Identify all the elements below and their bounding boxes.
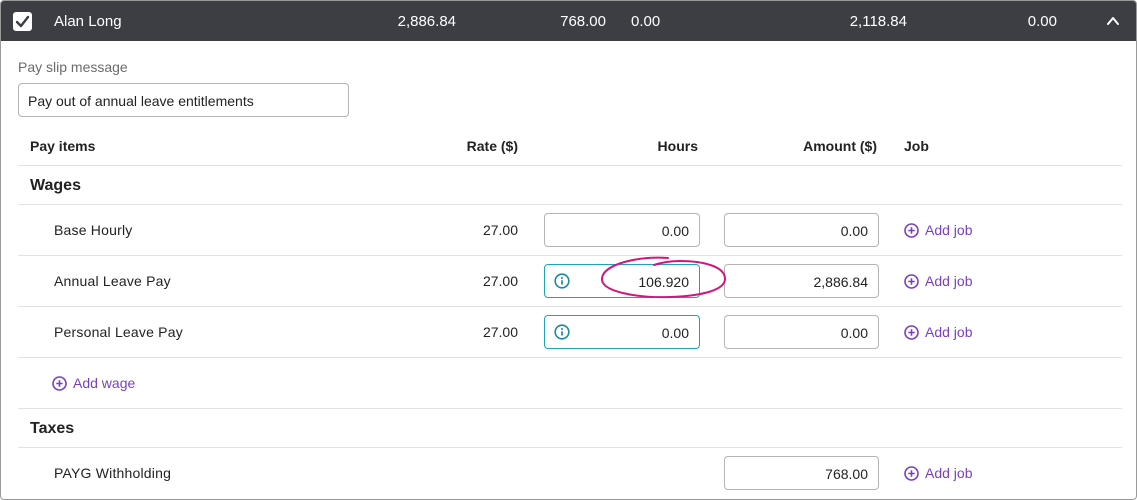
plus-circle-icon	[904, 274, 919, 292]
hours-input[interactable]: 0.00	[544, 315, 700, 349]
annotation-circle	[601, 256, 726, 299]
divider	[18, 255, 1122, 256]
info-icon[interactable]	[554, 273, 570, 289]
add-job-link[interactable]: Add job	[904, 324, 972, 343]
plus-circle-icon	[904, 223, 919, 241]
divider	[18, 357, 1122, 358]
divider	[18, 204, 1122, 205]
taxes-value: 768.00	[560, 13, 606, 30]
plus-circle-icon	[52, 376, 67, 394]
amount-input[interactable]: 0.00	[724, 315, 879, 349]
add-wage-link[interactable]: Add wage	[52, 375, 135, 394]
amount-input[interactable]: 2,886.84	[724, 264, 879, 298]
column-header-job: Job	[904, 138, 929, 154]
add-wage-label: Add wage	[73, 375, 136, 391]
chevron-up-icon[interactable]	[1106, 14, 1120, 32]
add-job-label: Add job	[925, 222, 973, 238]
net-pay-value: 2,118.84	[849, 13, 907, 30]
pay-item-label: Personal Leave Pay	[54, 324, 183, 340]
column-header-amount: Amount ($)	[803, 138, 877, 154]
add-job-label: Add job	[925, 465, 973, 481]
amount-input[interactable]: 0.00	[724, 213, 879, 247]
rate-value: 27.00	[482, 273, 518, 289]
section-title-taxes: Taxes	[30, 420, 75, 437]
pay-item-label: Base Hourly	[54, 222, 133, 238]
payslip-message-label: Pay slip message	[18, 59, 128, 75]
employee-name: Alan Long	[54, 13, 122, 30]
divider	[18, 165, 1122, 166]
add-job-label: Add job	[925, 324, 973, 340]
divider	[18, 408, 1122, 409]
section-title-wages: Wages	[30, 177, 81, 194]
super-value: 0.00	[1027, 13, 1057, 30]
rate-value: 27.00	[482, 324, 518, 340]
amount-input[interactable]: 768.00	[724, 456, 879, 490]
deductions-value: 0.00	[631, 13, 661, 30]
rate-value: 27.00	[482, 222, 518, 238]
checkbox-checked-icon[interactable]	[13, 12, 32, 31]
add-job-link[interactable]: Add job	[904, 465, 972, 484]
hours-value: 0.00	[661, 325, 689, 341]
payslip-message-input[interactable]: Pay out of annual leave entitlements	[18, 83, 349, 117]
add-job-link[interactable]: Add job	[904, 273, 972, 292]
plus-circle-icon	[904, 466, 919, 484]
add-job-label: Add job	[925, 273, 973, 289]
hours-input[interactable]: 0.00	[544, 213, 700, 247]
add-job-link[interactable]: Add job	[904, 222, 972, 241]
pay-item-label: PAYG Withholding	[54, 465, 172, 481]
gross-pay-value: 2,886.84	[397, 13, 456, 30]
pay-item-label: Annual Leave Pay	[54, 273, 171, 289]
pay-run-employee-panel: Alan Long 2,886.84 768.00 0.00 2,118.84 …	[0, 0, 1137, 500]
column-header-hours: Hours	[657, 138, 698, 154]
divider	[18, 306, 1122, 307]
divider	[18, 447, 1122, 448]
column-header-pay-items: Pay items	[30, 138, 96, 154]
employee-summary-row[interactable]: Alan Long 2,886.84 768.00 0.00 2,118.84 …	[1, 1, 1136, 41]
info-icon[interactable]	[554, 324, 570, 340]
column-header-rate: Rate ($)	[466, 138, 518, 154]
plus-circle-icon	[904, 325, 919, 343]
